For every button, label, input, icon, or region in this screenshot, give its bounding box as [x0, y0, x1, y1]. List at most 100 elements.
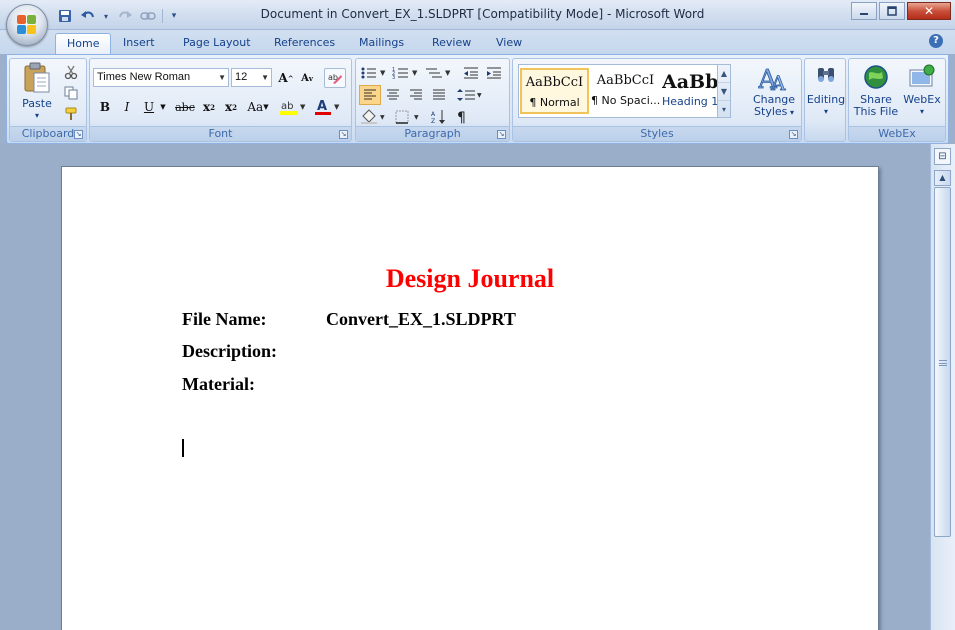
- style-heading-1-name: Heading 1: [662, 95, 717, 108]
- office-button[interactable]: [6, 4, 48, 46]
- tab-mailings[interactable]: Mailings: [348, 33, 415, 54]
- numbering-icon[interactable]: 1 2 3 ▼: [391, 63, 421, 83]
- gallery-scroll-up-icon[interactable]: ▲: [718, 65, 730, 83]
- help-icon[interactable]: ?: [929, 34, 943, 48]
- webex-button-label: WebEx: [903, 93, 941, 106]
- view-ruler-icon[interactable]: ⊟: [934, 148, 951, 165]
- style-normal-sample: AaBbCcI: [525, 75, 584, 90]
- editing-group: Editing ▾: [804, 58, 846, 142]
- scroll-up-icon[interactable]: ▲: [934, 170, 951, 186]
- svg-text:¶: ¶: [457, 110, 466, 125]
- svg-text:▼: ▼: [380, 114, 385, 121]
- paste-label: Paste: [22, 97, 52, 110]
- tab-home[interactable]: Home: [55, 33, 112, 54]
- highlight-icon: ab ▼: [280, 101, 306, 115]
- paste-button[interactable]: Paste ▾: [15, 62, 59, 120]
- scroll-thumb[interactable]: [934, 187, 951, 537]
- tab-view[interactable]: View: [485, 33, 533, 54]
- style-heading-1-sample: AaBbC: [662, 71, 717, 93]
- decrease-indent-icon[interactable]: [460, 63, 482, 83]
- align-left-icon[interactable]: [359, 85, 381, 105]
- quick-styles-gallery: AaBbCcI ¶ Normal AaBbCcI ¶ No Spaci... A…: [518, 64, 731, 118]
- show-formatting-marks-icon[interactable]: ¶: [452, 107, 474, 127]
- tab-page-layout[interactable]: Page Layout: [172, 33, 262, 54]
- paragraph-launcher-icon[interactable]: ↘: [497, 130, 506, 139]
- svg-text:ab: ab: [281, 101, 293, 112]
- font-name-combo[interactable]: Times New Roman ▼: [93, 68, 229, 87]
- font-name-value: Times New Roman: [97, 71, 191, 83]
- share-label-2: This File: [853, 105, 899, 118]
- bullets-icon[interactable]: ▼: [359, 63, 389, 83]
- svg-text:▼: ▼: [412, 69, 418, 77]
- superscript-button[interactable]: x2: [221, 97, 241, 117]
- bold-button[interactable]: B: [95, 97, 115, 117]
- clipboard-launcher-icon[interactable]: ↘: [74, 130, 83, 139]
- multilevel-list-icon[interactable]: ▼: [424, 63, 454, 83]
- clear-formatting-icon[interactable]: ab: [324, 68, 346, 88]
- format-painter-icon[interactable]: [60, 104, 82, 124]
- svg-text:▼: ▼: [414, 114, 419, 121]
- style-normal[interactable]: AaBbCcI ¶ Normal: [520, 68, 589, 114]
- justify-icon[interactable]: [428, 85, 450, 105]
- italic-button[interactable]: I: [117, 97, 137, 117]
- svg-text:▼: ▼: [380, 69, 386, 77]
- subscript-button[interactable]: x2: [199, 97, 219, 117]
- style-no-spacing[interactable]: AaBbCcI ¶ No Spaci...: [591, 68, 660, 114]
- font-name-dropdown-icon: ▼: [218, 73, 226, 82]
- minimize-icon[interactable]: [851, 2, 877, 20]
- ribbon-tabs: Home Insert Page Layout References Maili…: [0, 30, 955, 54]
- shrink-font-icon[interactable]: Av: [297, 68, 317, 88]
- styles-gallery-scroll[interactable]: ▲ ▼ ▾: [717, 64, 731, 118]
- borders-icon[interactable]: ▼: [393, 107, 423, 127]
- font-size-combo[interactable]: 12 ▼: [231, 68, 272, 87]
- webex-button[interactable]: WebEx ▾: [899, 62, 945, 122]
- tab-review[interactable]: Review: [421, 33, 482, 54]
- gallery-scroll-down-icon[interactable]: ▼: [718, 83, 730, 101]
- align-center-icon[interactable]: [382, 85, 404, 105]
- window-controls: ✕: [849, 2, 951, 20]
- maximize-icon[interactable]: [879, 2, 905, 20]
- cut-icon[interactable]: [60, 62, 82, 82]
- file-name-value: Convert_EX_1.SLDPRT: [326, 309, 516, 329]
- change-styles-label-2: Styles: [754, 105, 788, 118]
- increase-indent-icon[interactable]: [483, 63, 505, 83]
- styles-launcher-icon[interactable]: ↘: [789, 130, 798, 139]
- svg-text:▼: ▼: [477, 92, 482, 99]
- style-heading-1[interactable]: AaBbC Heading 1: [662, 68, 717, 114]
- tab-insert[interactable]: Insert: [112, 33, 166, 54]
- svg-text:A: A: [770, 71, 786, 94]
- strikethrough-button[interactable]: abc: [173, 97, 197, 117]
- tab-references[interactable]: References: [263, 33, 346, 54]
- change-styles-button[interactable]: A A Change Styles ▾: [749, 62, 799, 122]
- vertical-scrollbar[interactable]: ⊟ ▲: [930, 144, 955, 630]
- underline-button[interactable]: U: [139, 97, 159, 117]
- shading-icon[interactable]: ▼: [359, 107, 389, 127]
- share-this-file-button[interactable]: Share This File: [851, 62, 901, 122]
- window-title: Document in Convert_EX_1.SLDPRT [Compati…: [260, 7, 705, 21]
- line-spacing-icon[interactable]: ▼: [455, 85, 485, 105]
- copy-icon[interactable]: [60, 83, 82, 103]
- svg-text:A: A: [431, 111, 436, 118]
- paragraph-group-label: Paragraph: [356, 126, 509, 141]
- font-color-button[interactable]: A ▼: [312, 97, 342, 117]
- paste-dropdown-icon: ▾: [34, 111, 39, 120]
- description-label: Description:: [182, 341, 277, 361]
- font-group: Times New Roman ▼ 12 ▼ A ^ Av ab B I U ▼ …: [89, 58, 352, 142]
- text-highlight-button[interactable]: ab ▼: [278, 97, 308, 117]
- svg-text:3: 3: [392, 75, 395, 80]
- style-normal-name: ¶ Normal: [529, 96, 580, 109]
- align-right-icon[interactable]: [405, 85, 427, 105]
- sort-icon[interactable]: AZ: [428, 107, 450, 127]
- change-case-button[interactable]: Aa ▼: [245, 97, 271, 117]
- close-icon[interactable]: ✕: [907, 2, 951, 20]
- editing-button[interactable]: Editing ▾: [806, 62, 846, 122]
- styles-group: AaBbCcI ¶ Normal AaBbCcI ¶ No Spaci... A…: [512, 58, 802, 142]
- office-logo-icon: [17, 15, 37, 35]
- style-no-spacing-name: ¶ No Spaci...: [591, 94, 660, 107]
- document-page[interactable]: Design Journal File Name: Convert_EX_1.S…: [61, 166, 879, 630]
- grow-font-icon[interactable]: A ^: [276, 68, 296, 88]
- underline-dropdown-icon[interactable]: ▼: [159, 97, 167, 117]
- font-launcher-icon[interactable]: ↘: [339, 130, 348, 139]
- svg-text:A: A: [317, 99, 327, 114]
- gallery-more-icon[interactable]: ▾: [718, 101, 730, 119]
